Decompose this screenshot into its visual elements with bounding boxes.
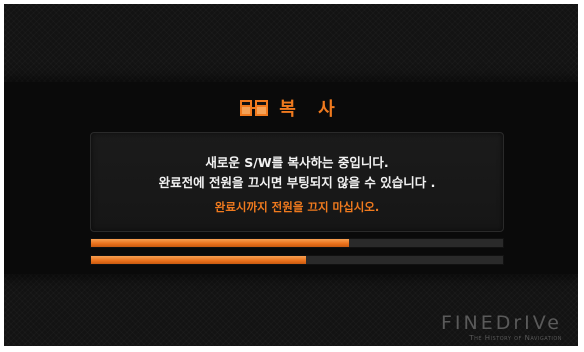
dialog-title-row: 복 사 bbox=[4, 94, 578, 122]
copy-icon bbox=[240, 100, 269, 116]
brand-logo-text: FINEDrIVe bbox=[440, 312, 562, 334]
progress-fill-2 bbox=[91, 256, 307, 264]
progress-fill-1 bbox=[91, 239, 349, 247]
message-line-caution: 완료시까지 전원을 끄지 마십시오. bbox=[214, 200, 380, 214]
message-box: 새로운 S/W를 복사하는 중입니다. 완료전에 전원을 끄시면 부팅되지 않을… bbox=[90, 132, 504, 232]
progress-bar-1 bbox=[90, 238, 504, 248]
progress-bar-2 bbox=[90, 255, 504, 265]
message-line-warning: 완료전에 전원을 끄시면 부팅되지 않을 수 있습니다 . bbox=[158, 175, 436, 190]
dialog-title: 복 사 bbox=[279, 99, 343, 120]
brand-tagline: The History of Navigation bbox=[469, 334, 562, 342]
device-screen: 복 사 새로운 S/W를 복사하는 중입니다. 완료전에 전원을 끄시면 부팅되… bbox=[4, 4, 578, 346]
message-line-copying: 새로운 S/W를 복사하는 중입니다. bbox=[205, 155, 389, 170]
brand-logo: FINEDrIVe The History of Navigation bbox=[441, 314, 562, 343]
